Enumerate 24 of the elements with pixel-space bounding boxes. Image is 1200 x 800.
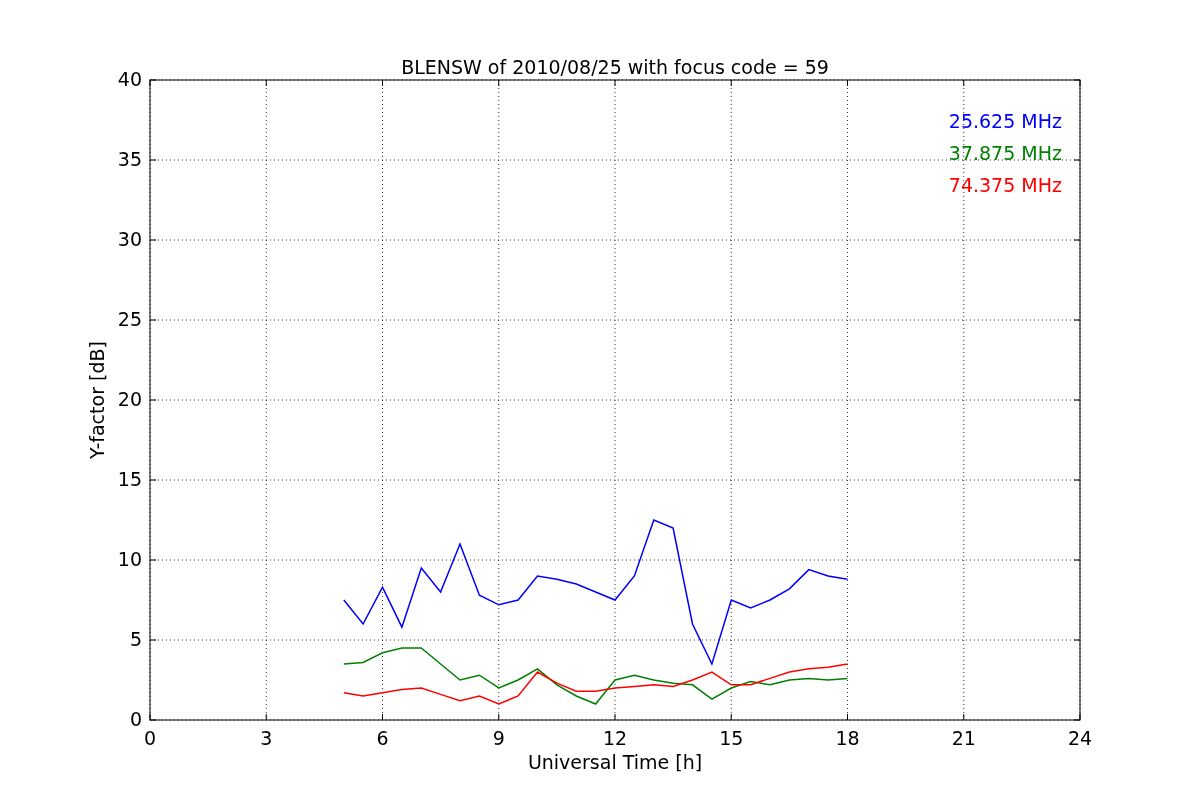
tick-label: 24 bbox=[1067, 727, 1093, 749]
tick-label: 9 bbox=[492, 727, 505, 749]
tick-label: 40 bbox=[117, 68, 142, 90]
tick-label: 20 bbox=[117, 388, 142, 410]
chart-title: BLENSW of 2010/08/25 with focus code = 59 bbox=[401, 56, 829, 78]
tick-label: 18 bbox=[835, 727, 860, 749]
tick-label: 10 bbox=[117, 548, 142, 570]
tick-label: 25 bbox=[117, 308, 142, 330]
tick-label: 0 bbox=[143, 727, 157, 749]
tick-label: 5 bbox=[129, 628, 142, 650]
tick-label: 15 bbox=[719, 727, 744, 749]
axis-label: Y-factor [dB] bbox=[86, 341, 108, 459]
tick-label: 15 bbox=[117, 468, 142, 490]
tick-label: 0 bbox=[129, 708, 142, 730]
axis-label: Universal Time [h] bbox=[527, 751, 703, 773]
tick-label: 30 bbox=[117, 228, 142, 250]
legend-label: 25.625 MHz bbox=[948, 110, 1062, 132]
legend-label: 37.875 MHz bbox=[948, 142, 1062, 164]
tick-label: 3 bbox=[260, 727, 273, 749]
tick-label: 21 bbox=[951, 727, 976, 749]
tick-label: 6 bbox=[376, 727, 389, 749]
legend-label: 74.375 MHz bbox=[948, 174, 1062, 196]
tick-label: 12 bbox=[602, 727, 628, 749]
tick-label: 35 bbox=[117, 148, 142, 170]
